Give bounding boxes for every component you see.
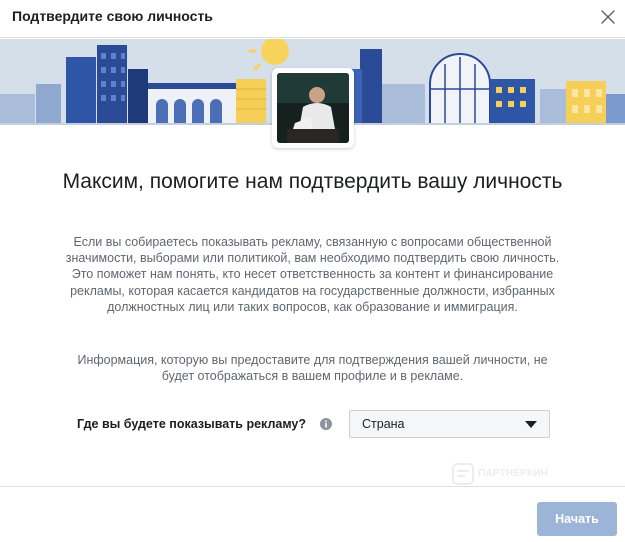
info-icon[interactable]: [320, 418, 332, 430]
ad-location-label: Где вы будете показывать рекламу?: [77, 417, 307, 431]
caret-down-icon: [525, 421, 537, 428]
watermark-logo-icon: [452, 463, 474, 485]
profile-photo: [277, 73, 349, 143]
dialog-footer: Начать: [0, 486, 625, 542]
country-select-value: Страна: [362, 417, 405, 431]
country-select[interactable]: Страна: [349, 410, 550, 438]
privacy-paragraph: Информация, которую вы предоставите для …: [77, 353, 548, 384]
info-paragraph: Если вы собираетесь показывать рекламу, …: [65, 235, 560, 314]
watermark-text: ПАРТНЕРКИН: [478, 468, 549, 479]
close-button[interactable]: [597, 6, 619, 28]
profile-avatar-frame: [272, 68, 354, 148]
verify-identity-dialog: Подтвердите свою личность Максим, помоги…: [0, 0, 625, 542]
page-heading: Максим, помогите нам подтвердить вашу ли…: [62, 170, 563, 193]
watermark: ПАРТНЕРКИН: [452, 463, 592, 485]
dialog-header: Подтвердите свою личность: [0, 0, 625, 38]
ad-location-question: Где вы будете показывать рекламу? Страна: [0, 409, 625, 439]
start-button[interactable]: Начать: [537, 502, 617, 536]
close-icon: [601, 10, 615, 24]
dialog-title: Подтвердите свою личность: [12, 8, 213, 24]
